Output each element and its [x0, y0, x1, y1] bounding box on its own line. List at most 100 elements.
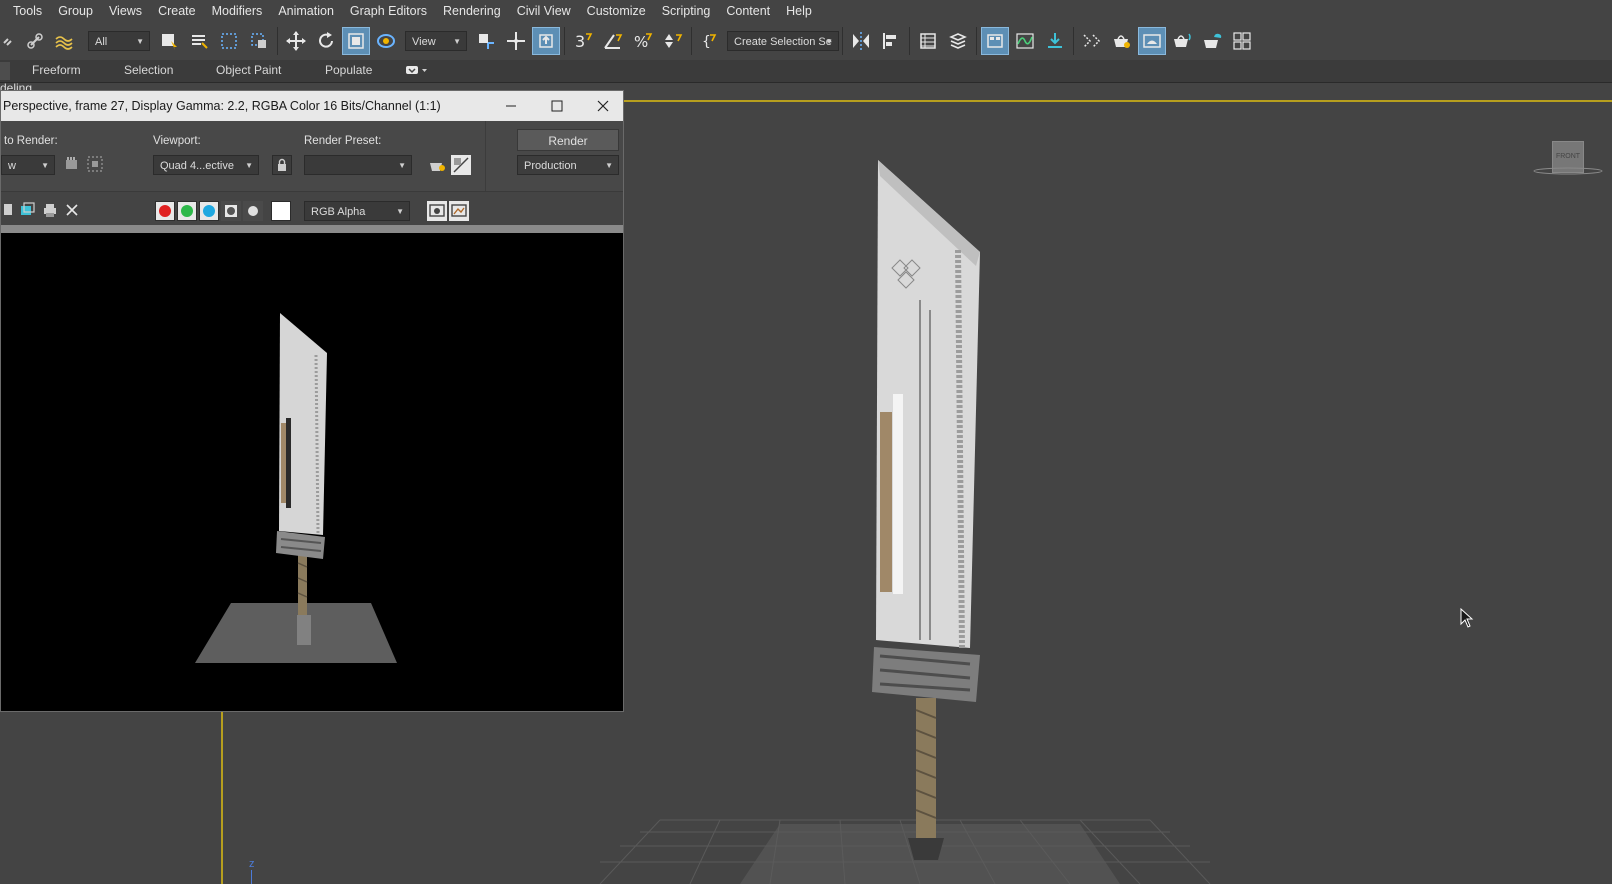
keyboard-shortcut-override-icon[interactable]: [532, 27, 560, 55]
reference-coordinate-dropdown[interactable]: View ▼: [405, 31, 467, 51]
toolbar-divider: [842, 27, 843, 55]
align-icon[interactable]: [876, 26, 906, 56]
monochrome-toggle[interactable]: [243, 201, 263, 221]
menu-group[interactable]: Group: [50, 0, 101, 22]
axis-z-line: [251, 870, 252, 884]
red-channel-toggle[interactable]: [155, 201, 175, 221]
toolbar-divider: [1073, 27, 1074, 55]
mirror-icon[interactable]: [846, 26, 876, 56]
tab-object-paint[interactable]: Object Paint: [216, 63, 281, 77]
select-object-icon[interactable]: [154, 26, 184, 56]
alpha-channel-toggle[interactable]: [221, 201, 241, 221]
rendered-ground-plane: [195, 603, 397, 663]
chevron-down-icon: ▼: [825, 37, 833, 46]
menu-views[interactable]: Views: [101, 0, 150, 22]
render-mode-dropdown[interactable]: Production ▼: [517, 155, 619, 175]
copy-image-icon[interactable]: [1, 201, 19, 219]
layer-explorer-icon[interactable]: [943, 26, 973, 56]
menu-scripting[interactable]: Scripting: [654, 0, 719, 22]
clear-icon[interactable]: [63, 201, 81, 219]
a360-gallery-icon[interactable]: [1227, 26, 1257, 56]
menu-graph-editors[interactable]: Graph Editors: [342, 0, 435, 22]
move-icon[interactable]: [281, 26, 311, 56]
background-color-swatch[interactable]: [271, 201, 291, 221]
render-production-icon[interactable]: [1167, 26, 1197, 56]
edit-named-selection-icon[interactable]: {: [695, 26, 725, 56]
area-to-render-dropdown[interactable]: w ▼: [1, 155, 55, 175]
percent-snap-icon[interactable]: %: [628, 26, 658, 56]
axis-z-label: z: [249, 858, 255, 870]
curve-editor-icon[interactable]: [1010, 26, 1040, 56]
ribbon-options-icon[interactable]: [404, 62, 430, 81]
chevron-down-icon: ▼: [136, 37, 144, 46]
menu-customize[interactable]: Customize: [579, 0, 654, 22]
pivot-center-icon[interactable]: [471, 26, 501, 56]
select-by-name-icon[interactable]: [184, 26, 214, 56]
render-cloud-icon[interactable]: [1197, 26, 1227, 56]
chevron-down-icon: ▼: [245, 161, 253, 170]
render-window-titlebar[interactable]: Perspective, frame 27, Display Gamma: 2.…: [1, 91, 623, 121]
render-controls-panel: to Render: w ▼ Viewport: Quad 4...ective ▼…: [1, 121, 623, 191]
named-selection-dropdown[interactable]: Create Selection Se ▼: [727, 31, 839, 51]
auto-region-icon[interactable]: [86, 155, 104, 173]
render-setup-icon[interactable]: [1107, 26, 1137, 56]
toolbar-divider: [909, 27, 910, 55]
menu-animation[interactable]: Animation: [270, 0, 342, 22]
rotate-icon[interactable]: [311, 26, 341, 56]
lock-viewport-icon[interactable]: [272, 155, 292, 175]
menu-rendering[interactable]: Rendering: [435, 0, 509, 22]
maximize-icon[interactable]: [537, 91, 577, 121]
minimize-icon[interactable]: [491, 91, 531, 121]
close-icon[interactable]: [583, 91, 623, 121]
select-manipulate-icon[interactable]: [501, 26, 531, 56]
unlink-icon[interactable]: [0, 26, 20, 56]
menu-content[interactable]: Content: [718, 0, 778, 22]
chevron-down-icon: ▼: [398, 161, 406, 170]
angle-snap-icon[interactable]: [598, 26, 628, 56]
svg-text:{: {: [702, 34, 711, 50]
toggle-ui-overlay-icon[interactable]: [427, 201, 447, 221]
menu-tools[interactable]: Tools: [0, 0, 50, 22]
window-crossing-icon[interactable]: [244, 26, 274, 56]
sword-pommel: [908, 838, 944, 860]
environment-effects-icon[interactable]: [451, 155, 471, 175]
toolbar-divider: [277, 27, 278, 55]
edit-region-icon[interactable]: [63, 155, 81, 173]
spinner-snap-icon[interactable]: [658, 26, 688, 56]
place-icon[interactable]: [371, 26, 401, 56]
link-icon[interactable]: [20, 26, 50, 56]
menu-bar: Tools Group Views Create Modifiers Anima…: [0, 0, 1612, 22]
ribbon-toggle-icon[interactable]: [981, 27, 1009, 55]
toggle-ui-icon[interactable]: [449, 201, 469, 221]
blue-channel-toggle[interactable]: [199, 201, 219, 221]
tab-freeform[interactable]: Freeform: [32, 63, 81, 77]
rect-selection-region-icon[interactable]: [214, 26, 244, 56]
render-progress-strip: [1, 225, 623, 233]
tab-populate[interactable]: Populate: [325, 63, 372, 77]
chevron-down-icon: ▼: [396, 207, 404, 216]
bind-spacewarp-icon[interactable]: [50, 26, 80, 56]
render-setup-small-icon[interactable]: [427, 155, 447, 175]
menu-civil-view[interactable]: Civil View: [509, 0, 579, 22]
clone-window-icon[interactable]: [19, 201, 37, 219]
render-button[interactable]: Render: [517, 129, 619, 151]
mouse-cursor-icon: [1460, 608, 1474, 628]
snaps-toggle-icon[interactable]: 3: [568, 26, 598, 56]
schematic-view-icon[interactable]: [1040, 26, 1070, 56]
selection-filter-dropdown[interactable]: All ▼: [88, 31, 150, 51]
rendered-frame-window-icon[interactable]: [1138, 27, 1166, 55]
green-channel-toggle[interactable]: [177, 201, 197, 221]
ribbon-modeling-tab-edge[interactable]: [0, 62, 10, 80]
menu-help[interactable]: Help: [778, 0, 820, 22]
scale-icon[interactable]: [342, 27, 370, 55]
material-editor-icon[interactable]: [1077, 26, 1107, 56]
menu-modifiers[interactable]: Modifiers: [204, 0, 271, 22]
scene-explorer-icon[interactable]: [913, 26, 943, 56]
tab-selection[interactable]: Selection: [124, 63, 173, 77]
print-icon[interactable]: [41, 201, 59, 219]
menu-create[interactable]: Create: [150, 0, 204, 22]
render-window-title: Perspective, frame 27, Display Gamma: 2.…: [3, 99, 441, 113]
render-preset-dropdown[interactable]: ▼: [304, 155, 412, 175]
display-channel-dropdown[interactable]: RGB Alpha ▼: [304, 201, 410, 221]
viewport-dropdown[interactable]: Quad 4...ective ▼: [153, 155, 259, 175]
